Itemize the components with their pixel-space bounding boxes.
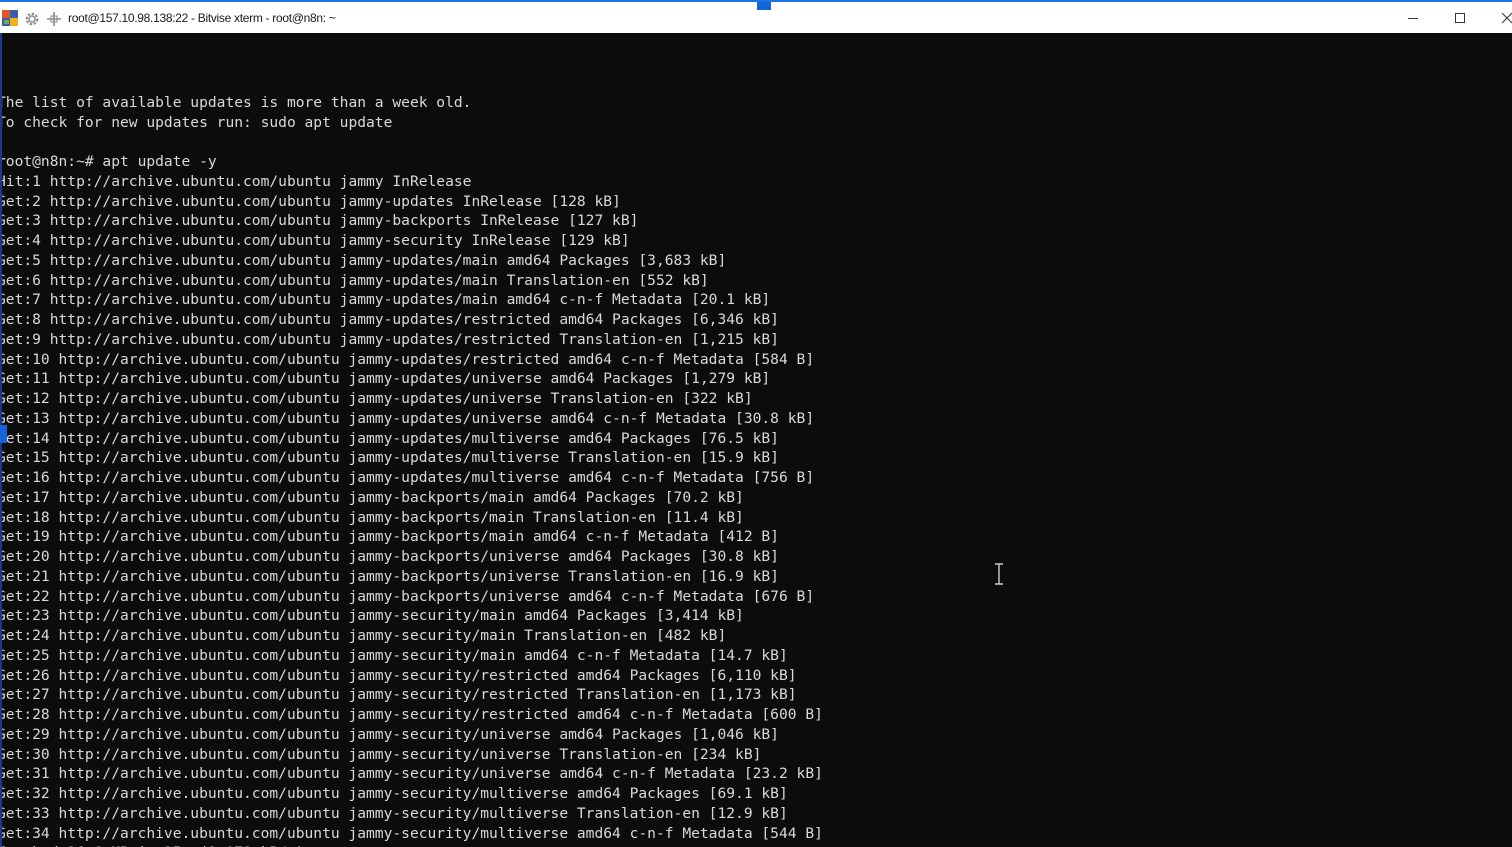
terminal-line: Get:11 http://archive.ubuntu.com/ubuntu …: [0, 370, 771, 388]
terminal-line: Get:15 http://archive.ubuntu.com/ubuntu …: [0, 449, 779, 467]
text-cursor-icon: [995, 563, 1003, 585]
terminal-output[interactable]: The list of available updates is more th…: [0, 33, 1512, 847]
terminal-line: Get:13 http://archive.ubuntu.com/ubuntu …: [0, 409, 815, 427]
terminal-line: Get:5 http://archive.ubuntu.com/ubuntu j…: [0, 251, 727, 269]
terminal-line: Hit:1 http://archive.ubuntu.com/ubuntu j…: [0, 172, 472, 190]
terminal-line: Get:19 http://archive.ubuntu.com/ubuntu …: [0, 528, 779, 546]
minimize-button[interactable]: [1390, 2, 1436, 33]
terminal-line: Fetched 26.6 MB in 25s (1,071 kB/s): [0, 843, 823, 847]
terminal-line: Get:33 http://archive.ubuntu.com/ubuntu …: [0, 804, 788, 822]
xterm-window: root@157.10.98.138:22 - Bitvise xterm - …: [0, 0, 1512, 847]
terminal-line: Get:6 http://archive.ubuntu.com/ubuntu j…: [0, 271, 709, 289]
gear-icon[interactable]: [24, 11, 40, 27]
new-terminal-icon[interactable]: [46, 11, 62, 27]
terminal-line: Get:34 http://archive.ubuntu.com/ubuntu …: [0, 824, 823, 842]
terminal-line: Get:32 http://archive.ubuntu.com/ubuntu …: [0, 785, 788, 802]
terminal-line: Get:12 http://archive.ubuntu.com/ubuntu …: [0, 390, 753, 407]
minimize-icon: [1408, 17, 1418, 19]
terminal-line: Get:25 http://archive.ubuntu.com/ubuntu …: [0, 646, 788, 664]
terminal-line: Get:7 http://archive.ubuntu.com/ubuntu j…: [0, 291, 771, 309]
terminal-line: Get:26 http://archive.ubuntu.com/ubuntu …: [0, 666, 797, 684]
terminal-line: Get:3 http://archive.ubuntu.com/ubuntu j…: [0, 212, 639, 230]
terminal-line: Get:27 http://archive.ubuntu.com/ubuntu …: [0, 686, 797, 704]
terminal-line: Get:8 http://archive.ubuntu.com/ubuntu j…: [0, 311, 779, 328]
terminal-line: The list of available updates is more th…: [0, 93, 472, 111]
close-button[interactable]: [1484, 2, 1512, 33]
terminal-line: Get:17 http://archive.ubuntu.com/ubuntu …: [0, 488, 744, 506]
bitvise-app-icon[interactable]: [2, 10, 18, 26]
terminal-line: Get:16 http://archive.ubuntu.com/ubuntu …: [0, 469, 815, 486]
terminal-line: To check for new updates run: sudo apt u…: [0, 113, 393, 131]
terminal-line: Get:14 http://archive.ubuntu.com/ubuntu …: [0, 429, 779, 447]
terminal-line: root@n8n:~# apt update -y: [0, 153, 217, 170]
terminal-lines: The list of available updates is more th…: [0, 73, 823, 847]
terminal-line: Get:22 http://archive.ubuntu.com/ubuntu …: [0, 587, 815, 605]
terminal-line: Get:29 http://archive.ubuntu.com/ubuntu …: [0, 725, 779, 743]
terminal-line: Get:28 http://archive.ubuntu.com/ubuntu …: [0, 706, 823, 723]
window-top-handle[interactable]: [757, 2, 771, 10]
terminal-line: Get:18 http://archive.ubuntu.com/ubuntu …: [0, 508, 744, 526]
terminal-line: Get:30 http://archive.ubuntu.com/ubuntu …: [0, 745, 762, 763]
maximize-button[interactable]: [1437, 2, 1483, 33]
terminal-line: Get:31 http://archive.ubuntu.com/ubuntu …: [0, 765, 823, 783]
terminal-line: Get:4 http://archive.ubuntu.com/ubuntu j…: [0, 232, 630, 249]
window-title: root@157.10.98.138:22 - Bitvise xterm - …: [68, 11, 336, 25]
maximize-icon: [1455, 12, 1465, 23]
title-bar[interactable]: root@157.10.98.138:22 - Bitvise xterm - …: [0, 0, 1512, 33]
window-resize-marker[interactable]: [0, 425, 7, 443]
terminal-line: Get:23 http://archive.ubuntu.com/ubuntu …: [0, 607, 744, 625]
terminal-line: Get:20 http://archive.ubuntu.com/ubuntu …: [0, 548, 779, 565]
terminal-line: Get:24 http://archive.ubuntu.com/ubuntu …: [0, 627, 727, 644]
terminal-line: Get:9 http://archive.ubuntu.com/ubuntu j…: [0, 330, 779, 348]
terminal-line: Get:2 http://archive.ubuntu.com/ubuntu j…: [0, 192, 621, 210]
close-icon: [1501, 12, 1512, 23]
terminal-line: Get:21 http://archive.ubuntu.com/ubuntu …: [0, 567, 779, 585]
terminal-line: Get:10 http://archive.ubuntu.com/ubuntu …: [0, 350, 815, 368]
